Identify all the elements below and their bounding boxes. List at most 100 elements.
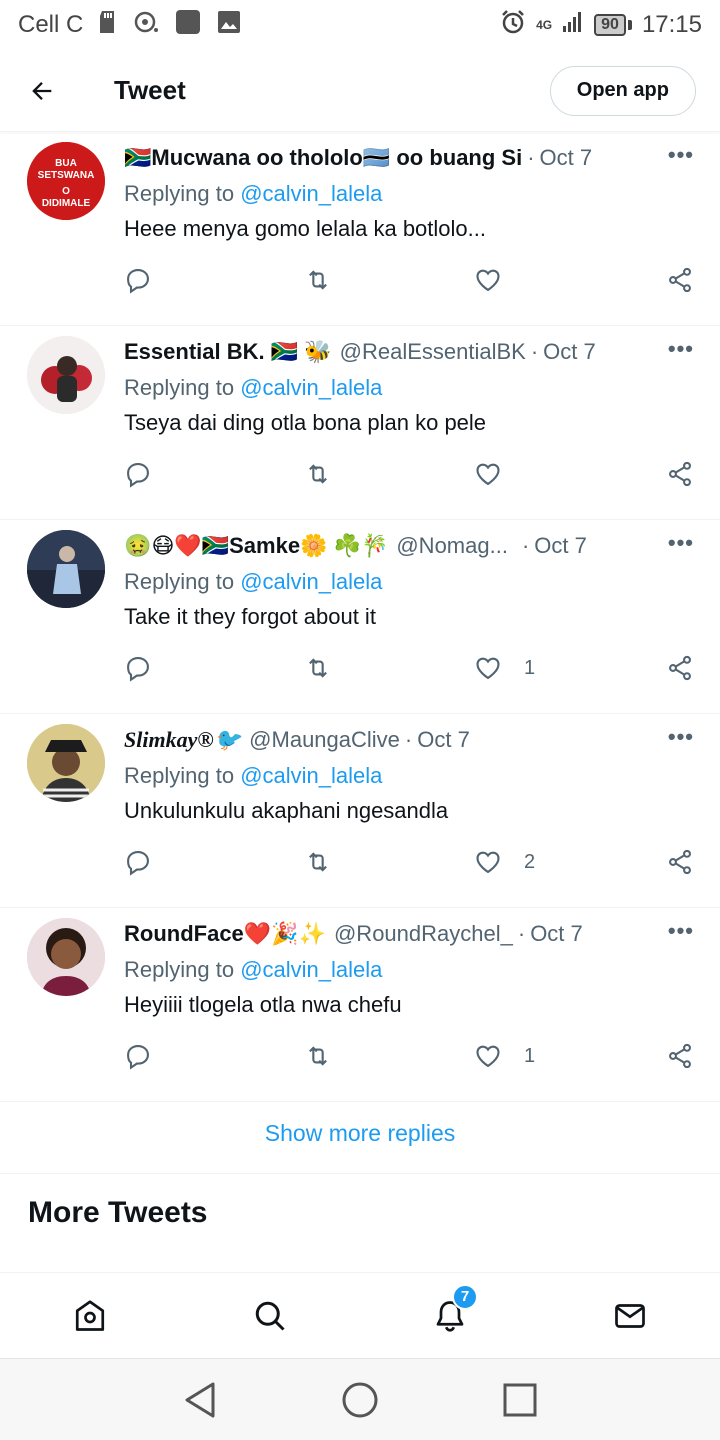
reply-header: Essential BK. 🇿🇦 🐝 @RealEssentialBK · Oc… [124, 336, 702, 368]
separator-dot: · [517, 921, 526, 946]
bottom-tab-bar: 7 [0, 1272, 720, 1358]
separator-dot: · [530, 339, 539, 364]
search-icon [255, 1301, 285, 1331]
reply-date[interactable]: Oct 7 [543, 339, 596, 365]
reply-header: Slimkay®🐦 @MaungaClive · Oct 7 [124, 724, 702, 756]
reply-date[interactable]: Oct 7 [534, 533, 587, 559]
mention-link[interactable]: @calvin_lalela [240, 957, 382, 982]
tab-notifications[interactable]: 7 [420, 1283, 480, 1346]
reply-date[interactable]: Oct 7 [530, 921, 583, 947]
more-options-icon[interactable]: ••• [668, 918, 694, 944]
reply-actions: 1 [124, 1038, 694, 1074]
reply-item[interactable]: RoundFace❤️🎉✨ @RoundRaychel_ · Oct 7 •••… [0, 908, 720, 1102]
show-more-replies-link[interactable]: Show more replies [0, 1094, 720, 1174]
display-name[interactable]: Slimkay®🐦 [124, 727, 241, 753]
share-button[interactable] [666, 848, 694, 876]
tab-search[interactable] [240, 1286, 300, 1346]
nav-home-button[interactable] [330, 1370, 390, 1430]
nav-back-button[interactable] [170, 1370, 230, 1430]
reply-button[interactable] [124, 848, 294, 876]
retweet-button[interactable] [304, 654, 474, 682]
carrier-name: Cell C [18, 11, 84, 38]
reply-item[interactable]: Essential BK. 🇿🇦 🐝 @RealEssentialBK · Oc… [0, 326, 720, 520]
retweet-button[interactable] [304, 460, 474, 488]
share-button[interactable] [666, 1042, 694, 1070]
retweet-button[interactable] [304, 266, 474, 294]
reply-date[interactable]: Oct 7 [540, 145, 593, 171]
back-arrow-icon [32, 81, 52, 100]
system-nav-bar [0, 1358, 720, 1440]
reply-item[interactable]: BUA SETSWANA O DIDIMALE 🇿🇦Mucwana oo tho… [0, 132, 720, 326]
share-button[interactable] [666, 654, 694, 682]
retweet-icon [309, 1046, 327, 1066]
reply-item[interactable]: Slimkay®🐦 @MaungaClive · Oct 7 ••• Reply… [0, 714, 720, 908]
mention-link[interactable]: @calvin_lalela [240, 569, 382, 594]
reply-button[interactable] [124, 460, 294, 488]
replying-to: Replying to @calvin_lalela [124, 569, 383, 594]
share-button[interactable] [666, 460, 694, 488]
mention-link[interactable]: @calvin_lalela [240, 375, 382, 400]
separator-dot: · [521, 533, 530, 558]
user-handle[interactable]: @RoundRaychel_ [334, 921, 513, 947]
display-name[interactable]: 🇿🇦Mucwana oo thololo🇧🇼 oo buang Si [124, 145, 522, 171]
tab-messages[interactable] [600, 1286, 660, 1346]
avatar[interactable]: BUA SETSWANA O DIDIMALE [27, 142, 105, 220]
tab-home[interactable] [60, 1286, 120, 1346]
share-icon [669, 267, 691, 293]
like-button[interactable]: 2 [474, 848, 644, 876]
reply-button[interactable] [124, 266, 294, 294]
svg-text:DIDIMALE: DIDIMALE [42, 198, 91, 209]
app-header: Tweet Open app [0, 50, 720, 132]
like-button[interactable] [474, 266, 644, 294]
reply-item[interactable]: 🤢😷❤️🇿🇦Samke🌼 ☘️🎋 @Nomag... · Oct 7 ••• R… [0, 520, 720, 714]
like-button[interactable]: 1 [474, 1042, 644, 1070]
reply-text: Tseya dai ding otla bona plan ko pele [124, 410, 487, 435]
display-name[interactable]: 🤢😷❤️🇿🇦Samke🌼 ☘️🎋 [124, 533, 388, 559]
more-tweets-heading: More Tweets [28, 1196, 208, 1229]
avatar[interactable] [27, 918, 105, 996]
replying-to: Replying to @calvin_lalela [124, 375, 383, 400]
back-button[interactable] [24, 73, 60, 109]
user-handle[interactable]: @RealEssentialBK [340, 339, 526, 365]
avatar[interactable] [27, 724, 105, 802]
reply-text: Unkulunkulu akaphani ngesandla [124, 798, 449, 823]
like-button[interactable] [474, 460, 644, 488]
separator-dot: · [527, 145, 535, 170]
mention-link[interactable]: @calvin_lalela [240, 181, 382, 206]
nav-recents-button[interactable] [490, 1370, 550, 1430]
separator-dot: · [404, 727, 413, 752]
share-icon [669, 461, 691, 487]
user-handle[interactable]: @Nomag... [396, 533, 508, 559]
retweet-button[interactable] [304, 848, 474, 876]
reply-date[interactable]: Oct 7 [417, 727, 470, 753]
home-icon [75, 1299, 105, 1331]
reply-button[interactable] [124, 1042, 294, 1070]
more-options-icon[interactable]: ••• [668, 336, 694, 362]
like-count: 1 [524, 656, 536, 679]
like-button[interactable]: 1 [474, 654, 644, 682]
like-icon [476, 463, 500, 486]
reply-text: Take it they forgot about it [124, 604, 376, 629]
reply-actions: 1 [124, 650, 694, 686]
avatar[interactable] [27, 336, 105, 414]
retweet-button[interactable] [304, 1042, 474, 1070]
more-options-icon[interactable]: ••• [668, 530, 694, 556]
more-options-icon[interactable]: ••• [668, 724, 694, 750]
like-icon [476, 657, 500, 680]
reply-header: 🤢😷❤️🇿🇦Samke🌼 ☘️🎋 @Nomag... · Oct 7 [124, 530, 702, 562]
reply-button[interactable] [124, 654, 294, 682]
open-app-button[interactable]: Open app [549, 65, 696, 116]
avatar[interactable] [27, 530, 105, 608]
mention-link[interactable]: @calvin_lalela [240, 763, 382, 788]
nav-home-icon [342, 1382, 378, 1417]
reply-icon [127, 657, 149, 682]
user-handle[interactable]: @MaungaClive [249, 727, 400, 753]
display-name[interactable]: RoundFace❤️🎉✨ [124, 921, 326, 947]
battery-icon: 90 [594, 14, 626, 36]
more-options-icon[interactable]: ••• [668, 142, 694, 168]
reply-actions [124, 456, 694, 492]
display-name[interactable]: Essential BK. 🇿🇦 🐝 [124, 339, 332, 365]
battery-tip [627, 20, 632, 30]
reply-actions [124, 262, 694, 298]
share-button[interactable] [666, 266, 694, 294]
